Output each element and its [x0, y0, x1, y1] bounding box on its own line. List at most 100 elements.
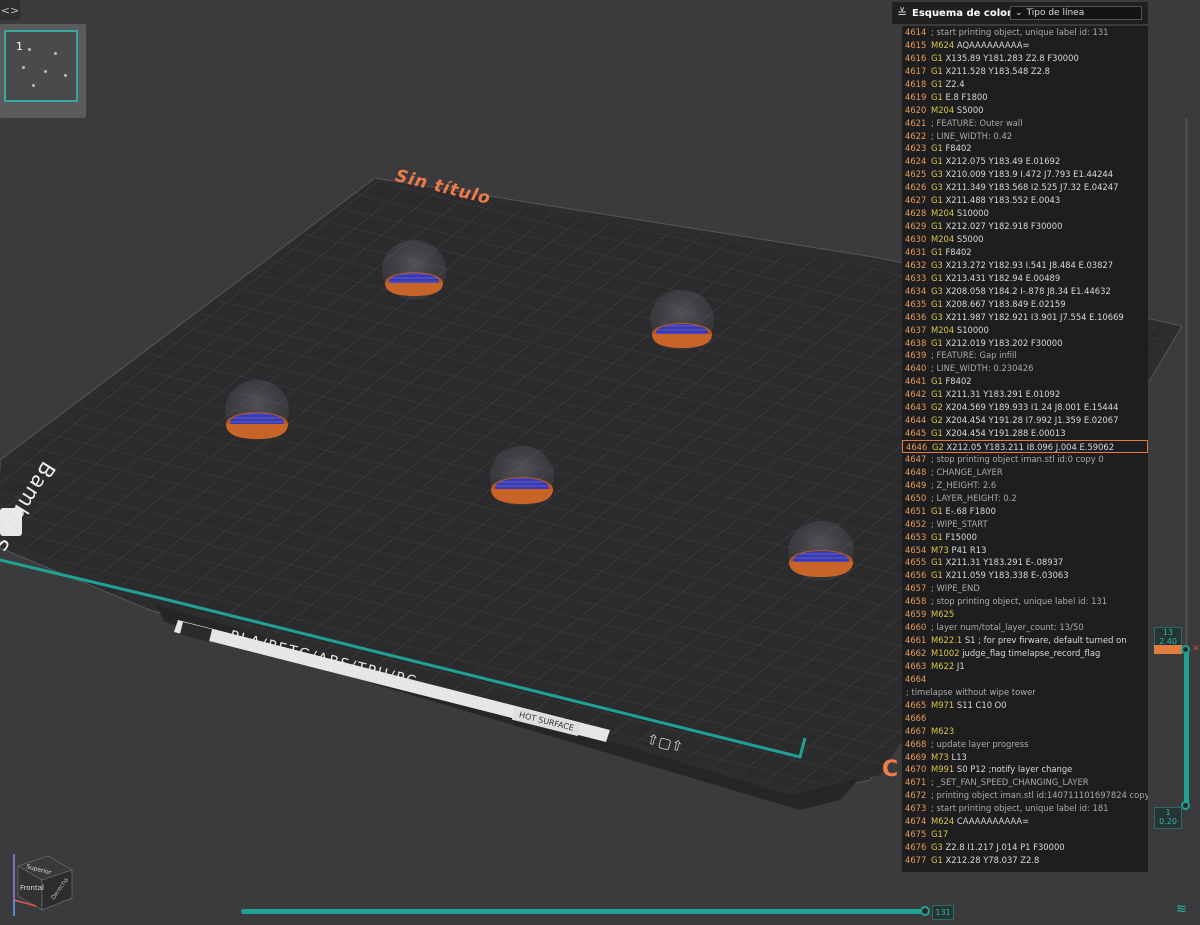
layers-icon[interactable]: ≋ [1176, 902, 1187, 917]
gcode-line[interactable]: 4615 M624 AQAAAAAAAAA= [902, 39, 1148, 52]
collapse-sidebar-button[interactable]: <> [0, 0, 20, 20]
gcode-line[interactable]: 4644 G2 X204.454 Y191.28 I7.992 J1.359 E.… [902, 414, 1148, 427]
collapse-panel-icon[interactable]: ≚ [892, 6, 912, 20]
gcode-line[interactable]: 4634 G3 X208.058 Y184.2 I-.878 J8.34 E1.4… [902, 285, 1148, 298]
gcode-line-number: 4649 [905, 479, 927, 490]
gcode-line[interactable]: 4643 G2 X204.569 Y189.933 I1.24 J8.001 E.… [902, 401, 1148, 414]
gcode-line[interactable]: 4619 G1 E.8 F1800 [902, 91, 1148, 104]
gcode-line[interactable]: 4626 G3 X211.349 Y183.568 I2.525 J7.32 E.… [902, 181, 1148, 194]
gcode-line[interactable]: 4631 G1 F8402 [902, 246, 1148, 259]
gcode-line[interactable]: 4652 ; WIPE_START [902, 518, 1148, 531]
gcode-line[interactable]: 4646 G2 X212.05 Y183.211 I8.096 J.004 E.5… [902, 440, 1148, 453]
gcode-line[interactable]: 4618 G1 Z2.4 [902, 78, 1148, 91]
gcode-line-number: 4659 [905, 609, 927, 620]
gcode-line[interactable]: 4635 G1 X208.667 Y183.849 E.02159 [902, 298, 1148, 311]
gcode-line[interactable]: 4676 G3 Z2.8 I1.217 J.014 P1 F30000 [902, 841, 1148, 854]
layer-slider-bottom-handle[interactable] [1181, 801, 1190, 810]
gcode-line[interactable]: 4650 ; LAYER_HEIGHT: 0.2 [902, 492, 1148, 505]
gcode-line[interactable]: 4672 ; printing object iman.stl id:140711… [902, 789, 1148, 802]
gcode-line-number: 4674 [905, 816, 927, 827]
line-type-select[interactable]: ⌄ Tipo de línea [1010, 6, 1142, 20]
gcode-line-number: 4661 [905, 635, 927, 646]
gcode-line[interactable]: 4642 G1 X211.31 Y183.291 E.01092 [902, 388, 1148, 401]
gcode-line[interactable]: 4645 G1 X204.454 Y191.288 E.00013 [902, 427, 1148, 440]
gcode-line[interactable]: 4674 M624 CAAAAAAAAAA= [902, 815, 1148, 828]
gcode-line[interactable]: 4617 G1 X211.528 Y183.548 Z2.8 [902, 65, 1148, 78]
gcode-line[interactable]: 4628 M204 S10000 [902, 207, 1148, 220]
gcode-line[interactable]: 4636 G3 X211.987 Y182.921 I3.901 J7.554 E… [902, 311, 1148, 324]
gcode-line[interactable]: 4673 ; start printing object, unique labe… [902, 802, 1148, 815]
gcode-line[interactable]: ; timelapse without wipe tower [902, 686, 1148, 699]
chevron-down-icon: ⌄ [1015, 8, 1023, 18]
gcode-line[interactable]: 4616 G1 X135.89 Y181.283 Z2.8 F30000 [902, 52, 1148, 65]
gcode-line[interactable]: 4667 M623 [902, 725, 1148, 738]
layer-slider-top-handle[interactable] [1181, 645, 1190, 654]
layer-slider-track[interactable] [1184, 648, 1189, 806]
gcode-command: G1 [931, 65, 943, 76]
move-slider-track[interactable] [241, 909, 927, 914]
gcode-line[interactable]: 4657 ; WIPE_END [902, 582, 1148, 595]
gcode-line[interactable]: 4661 M622.1 S1 ; for prev firware, defaul… [902, 634, 1148, 647]
gcode-line[interactable]: 4651 G1 E-.68 F1800 [902, 505, 1148, 518]
gcode-line[interactable]: 4665 M971 S11 C10 O0 [902, 699, 1148, 712]
gcode-line[interactable]: 4660 ; layer num/total_layer_count: 13/50 [902, 621, 1148, 634]
gcode-line[interactable]: 4647 ; stop printing object iman.stl id:0… [902, 453, 1148, 466]
move-slider-handle[interactable] [920, 906, 930, 916]
gcode-line[interactable]: 4641 G1 F8402 [902, 375, 1148, 388]
view-cube-front[interactable]: Frontal [20, 884, 44, 892]
gcode-command: M971 [931, 699, 955, 710]
gcode-line[interactable]: 4677 G1 X212.28 Y78.037 Z2.8 [902, 854, 1148, 867]
gcode-line[interactable]: 4668 ; update layer progress [902, 738, 1148, 751]
gcode-line[interactable]: 4648 ; CHANGE_LAYER [902, 466, 1148, 479]
gcode-line[interactable]: 4640 ; LINE_WIDTH: 0.230426 [902, 362, 1148, 375]
close-icon[interactable]: ✕ [1192, 644, 1200, 654]
plate-thumbnail[interactable]: 1 [4, 30, 78, 102]
gcode-line[interactable]: 4632 G3 X213.272 Y182.93 I.541 J8.484 E.0… [902, 259, 1148, 272]
gcode-line[interactable]: 4637 M204 S10000 [902, 324, 1148, 337]
gcode-listing[interactable]: 4614 ; start printing object, unique labe… [902, 26, 1148, 872]
gcode-line[interactable]: 4649 ; Z_HEIGHT: 2.6 [902, 479, 1148, 492]
gcode-line[interactable]: 4633 G1 X213.431 Y182.94 E.00489 [902, 272, 1148, 285]
gcode-line[interactable]: 4669 M73 L13 [902, 751, 1148, 764]
gcode-line-number: 4624 [905, 156, 927, 167]
gcode-line[interactable]: 4675 G17 [902, 828, 1148, 841]
gcode-line-number: 4670 [905, 764, 927, 775]
gcode-line[interactable]: 4625 G3 X210.009 Y183.9 I.472 J7.793 E1.4… [902, 168, 1148, 181]
gcode-line[interactable]: 4623 G1 F8402 [902, 142, 1148, 155]
gcode-line[interactable]: 4655 G1 X211.31 Y183.291 E-.08937 [902, 556, 1148, 569]
gcode-line-number: 4628 [905, 208, 927, 219]
gcode-line[interactable]: 4629 G1 X212.027 Y182.918 F30000 [902, 220, 1148, 233]
gcode-arguments: E.8 F1800 [942, 91, 988, 102]
gcode-line[interactable]: 4630 M204 S5000 [902, 233, 1148, 246]
gcode-line[interactable]: 4639 ; FEATURE: Gap infill [902, 349, 1148, 362]
gcode-line[interactable]: 4627 G1 X211.488 Y183.552 E.0043 [902, 194, 1148, 207]
gcode-line[interactable]: 4622 ; LINE_WIDTH: 0.42 [902, 130, 1148, 143]
gcode-comment: ; stop printing object, unique label id:… [931, 596, 1108, 607]
gcode-line[interactable]: 4614 ; start printing object, unique labe… [902, 26, 1148, 39]
color-scheme-header: ≚ Esquema de colores ⌄ Tipo de línea [892, 2, 1148, 24]
gcode-arguments: X211.987 Y182.921 I3.901 J7.554 E.10669 [942, 311, 1124, 322]
gcode-line[interactable]: 4624 G1 X212.075 Y183.49 E.01692 [902, 155, 1148, 168]
gcode-comment: ; timelapse without wipe tower [906, 686, 1036, 697]
gcode-line[interactable]: 4654 M73 P41 R13 [902, 544, 1148, 557]
gcode-line[interactable]: 4620 M204 S5000 [902, 104, 1148, 117]
gcode-arguments: X204.454 Y191.28 I7.992 J1.359 E.02067 [942, 415, 1119, 426]
gcode-line-number: 4641 [905, 376, 927, 387]
gcode-line[interactable]: 4659 M625 [902, 608, 1148, 621]
gcode-line[interactable]: 4666 [902, 712, 1148, 725]
gcode-arguments: X212.28 Y78.037 Z2.8 [942, 855, 1040, 865]
gcode-line[interactable]: 4658 ; stop printing object, unique label… [902, 595, 1148, 608]
gcode-line[interactable]: 4671 ; _SET_FAN_SPEED_CHANGING_LAYER [902, 776, 1148, 789]
gcode-line-number: 4654 [905, 544, 927, 555]
gcode-line[interactable]: 4656 G1 X211.059 Y183.338 E-.03063 [902, 569, 1148, 582]
gcode-line[interactable]: 4653 G1 F15000 [902, 531, 1148, 544]
view-cube[interactable]: Superior Frontal Derecha [6, 848, 76, 918]
gcode-line[interactable]: 4662 M1002 judge_flag timelapse_record_fl… [902, 647, 1148, 660]
gcode-line[interactable]: 4670 M991 S0 P12 ;notify layer change [902, 763, 1148, 776]
gcode-line-number: 4675 [905, 829, 927, 840]
gcode-line[interactable]: 4638 G1 X212.019 Y183.202 F30000 [902, 337, 1148, 350]
gcode-line[interactable]: 4621 ; FEATURE: Outer wall [902, 117, 1148, 130]
gcode-command: M1002 [931, 648, 960, 658]
gcode-line[interactable]: 4663 M622 J1 [902, 660, 1148, 673]
gcode-line[interactable]: 4664 [902, 673, 1148, 686]
